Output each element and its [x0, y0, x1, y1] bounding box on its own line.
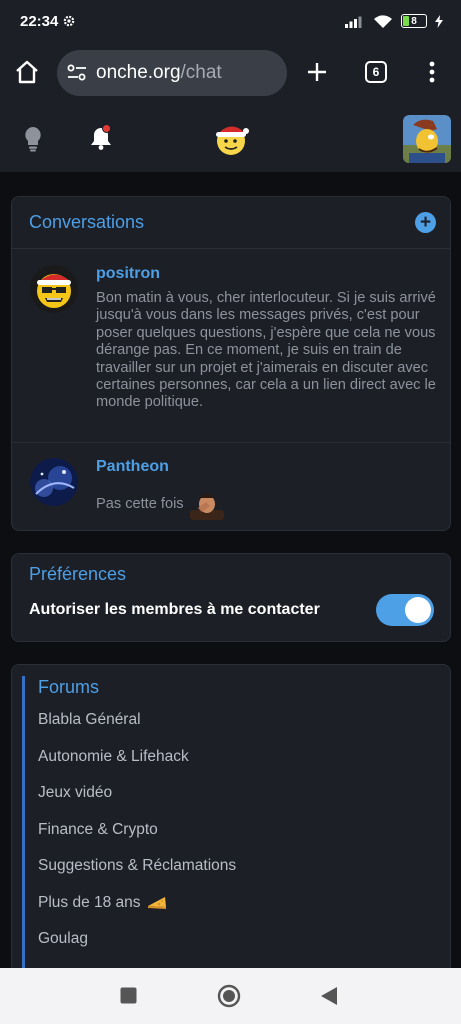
toggle-knob: [405, 597, 431, 623]
address-bar[interactable]: onche.org/chat: [57, 50, 287, 96]
forum-item[interactable]: Plus de 18 ans: [38, 894, 442, 931]
conversation-name[interactable]: positron: [96, 265, 450, 283]
home-icon[interactable]: [14, 59, 40, 85]
forum-item-label[interactable]: Goulag: [38, 930, 88, 948]
home-button[interactable]: [217, 984, 241, 1013]
conversations-card: Conversations + positron Bon matin à vou…: [11, 196, 451, 531]
facepalm-sticker-icon: [189, 494, 224, 520]
forums-title: Forums: [38, 677, 100, 697]
lightbulb-icon[interactable]: [22, 126, 44, 152]
conversation-item[interactable]: positron Bon matin à vous, cher interloc…: [12, 249, 450, 443]
cheese-icon: [147, 896, 166, 909]
wifi-icon: [374, 14, 392, 28]
site-logo-icon[interactable]: [211, 119, 249, 157]
site-header: [0, 104, 461, 172]
recent-apps-button[interactable]: [120, 987, 137, 1009]
battery-level: 8: [411, 15, 417, 27]
conversations-header: Conversations +: [12, 197, 450, 249]
preferences-title: Préférences: [29, 564, 127, 584]
browser-toolbar: onche.org/chat 6: [0, 42, 461, 104]
forum-item[interactable]: Jeux vidéo: [38, 784, 442, 821]
forum-item[interactable]: Blabla Général: [38, 711, 442, 748]
forum-item[interactable]: Finance & Crypto: [38, 821, 442, 858]
new-conversation-button[interactable]: +: [415, 212, 436, 233]
forums-section: Forums Blabla Général Autonomie & Lifeha…: [22, 676, 442, 983]
tab-count: 6: [365, 61, 387, 83]
conversation-name[interactable]: Pantheon: [96, 458, 450, 476]
more-options-icon[interactable]: [429, 61, 435, 83]
site-settings-icon[interactable]: [67, 64, 87, 82]
forums-card: Forums Blabla Général Autonomie & Lifeha…: [11, 664, 451, 984]
forum-item-label[interactable]: Suggestions & Réclamations: [38, 857, 236, 875]
allow-contact-row: Autoriser les membres à me contacter: [29, 594, 434, 626]
conversation-preview: Bon matin à vous, cher interlocuteur. Si…: [96, 290, 436, 411]
tab-switcher-button[interactable]: 6: [365, 61, 387, 83]
forum-item-label[interactable]: Finance & Crypto: [38, 821, 158, 839]
forum-item[interactable]: Suggestions & Réclamations: [38, 857, 442, 894]
avatar: [30, 458, 78, 506]
user-avatar[interactable]: [403, 115, 451, 163]
forum-item-label[interactable]: Blabla Général: [38, 711, 141, 729]
avatar: [30, 265, 78, 313]
notification-badge: [102, 124, 111, 133]
conversation-preview-row: Pas cette fois: [96, 490, 450, 520]
url-path: /chat: [180, 62, 222, 83]
forum-item-label[interactable]: Jeux vidéo: [38, 784, 112, 802]
forum-list: Blabla Général Autonomie & Lifehack Jeux…: [38, 711, 442, 967]
url-text: onche.org/chat: [96, 62, 222, 84]
allow-contact-toggle[interactable]: [376, 594, 434, 626]
signal-icon: [345, 16, 362, 28]
conversation-item[interactable]: Pantheon Pas cette fois: [12, 443, 450, 530]
status-time: 22:34: [20, 12, 59, 30]
new-tab-icon[interactable]: [306, 61, 328, 83]
status-bar: 22:34 8: [0, 0, 461, 42]
conversation-preview: Pas cette fois: [96, 496, 184, 513]
settings-gear-icon: [64, 15, 75, 27]
battery-icon: 8: [401, 14, 427, 28]
url-domain: onche.org: [96, 62, 181, 83]
forum-item-label[interactable]: Plus de 18 ans: [38, 894, 141, 912]
preferences-card: Préférences Autoriser les membres à me c…: [11, 553, 451, 642]
charging-bolt-icon: [435, 14, 443, 28]
forum-item[interactable]: Goulag: [38, 930, 442, 967]
forum-item[interactable]: Autonomie & Lifehack: [38, 748, 442, 785]
conversations-title: Conversations: [29, 212, 145, 232]
system-nav-bar: [0, 968, 461, 1024]
back-button[interactable]: [320, 986, 338, 1011]
allow-contact-label: Autoriser les membres à me contacter: [29, 601, 320, 618]
forum-item-label[interactable]: Autonomie & Lifehack: [38, 748, 189, 766]
notifications-bell-icon[interactable]: [90, 124, 112, 150]
